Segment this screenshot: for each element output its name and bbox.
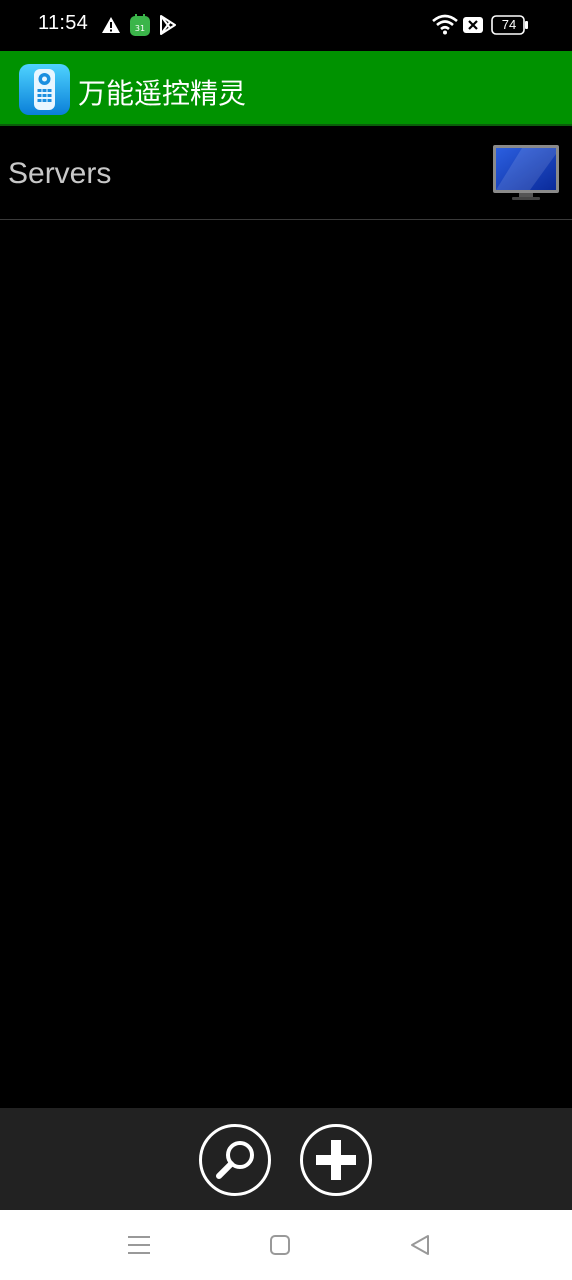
wifi-icon [432, 14, 458, 35]
remote-control-app-icon [19, 64, 70, 115]
app-title: 万能遥控精灵 [78, 77, 247, 110]
app-bar: 万能遥控精灵 [0, 51, 572, 126]
warning-icon [102, 17, 120, 33]
menu-icon[interactable] [124, 1230, 154, 1260]
plus-icon [316, 1140, 356, 1180]
servers-label: Servers [8, 157, 112, 190]
add-server-button[interactable] [300, 1124, 372, 1196]
notification-app-icon: 31 [130, 14, 150, 36]
home-icon[interactable] [265, 1230, 295, 1260]
search-icon [216, 1141, 254, 1179]
battery-level: 74 [501, 17, 517, 32]
back-icon[interactable] [406, 1230, 436, 1260]
play-store-icon [160, 15, 176, 35]
monitor-icon[interactable] [492, 144, 560, 202]
servers-header[interactable]: Servers [0, 126, 572, 220]
status-bar: 11:54 31 74 [0, 0, 572, 50]
sim-off-icon [463, 17, 483, 33]
svg-text:31: 31 [135, 24, 145, 33]
search-button[interactable] [199, 1124, 271, 1196]
system-nav-bar [0, 1210, 572, 1280]
bottom-toolbar [0, 1108, 572, 1210]
status-time: 11:54 [38, 12, 89, 34]
servers-list [0, 220, 572, 1108]
